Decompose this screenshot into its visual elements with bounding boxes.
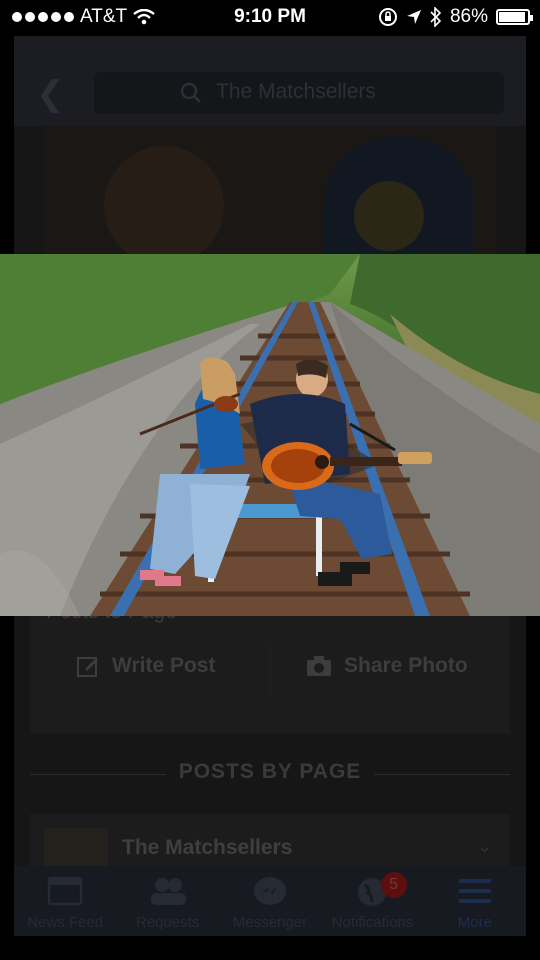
tab-news-feed[interactable]: News Feed [14,866,116,936]
share-photo-label: Share Photo [344,654,468,677]
nav-bar: ❮ The Matchsellers [14,36,526,126]
battery-percent: 86% [449,6,488,27]
back-chevron-icon[interactable]: ❮ [36,74,65,114]
share-photo-button[interactable]: Share Photo [306,654,468,678]
tab-label: Messenger [232,914,308,931]
tab-more[interactable]: More [424,866,526,936]
cover-photo [44,126,496,254]
band-photo [0,254,540,616]
tab-label: Requests [135,914,200,931]
search-icon [180,82,201,103]
tab-bar: News Feed Requests Messenger 5 Notificat… [14,866,526,936]
battery-icon [496,9,533,25]
requests-icon [150,878,186,905]
write-post-button[interactable]: Write Post [76,654,215,678]
location-arrow-icon [406,10,421,24]
composer-card: Posts to Page Write Post Share Photo [30,600,510,734]
bluetooth-icon [430,7,442,27]
menu-icon [458,879,491,903]
camera-icon [307,656,331,676]
news-feed-icon [47,876,83,906]
write-post-label: Write Post [112,654,216,677]
search-text: The Matchsellers [216,80,376,103]
status-right: 86% [378,6,533,28]
orientation-lock-icon [378,8,397,26]
tab-label: Notifications [331,914,414,931]
tab-label: News Feed [27,914,104,931]
chevron-down-icon[interactable]: ⌄ [477,836,492,857]
messenger-icon [254,877,287,905]
photo-lightbox[interactable] [0,254,540,616]
section-header: POSTS BY PAGE [178,760,362,783]
page-name[interactable]: The Matchsellers [122,836,292,860]
tab-notifications[interactable]: 5 Notifications [321,866,423,936]
pencil-icon [77,657,98,677]
tab-requests[interactable]: Requests [116,866,218,936]
status-bar: AT&T 9:10 PM 86% [0,0,540,36]
tab-messenger[interactable]: Messenger [219,866,321,936]
notification-badge: 5 [380,872,407,898]
tab-label: More [457,914,492,931]
